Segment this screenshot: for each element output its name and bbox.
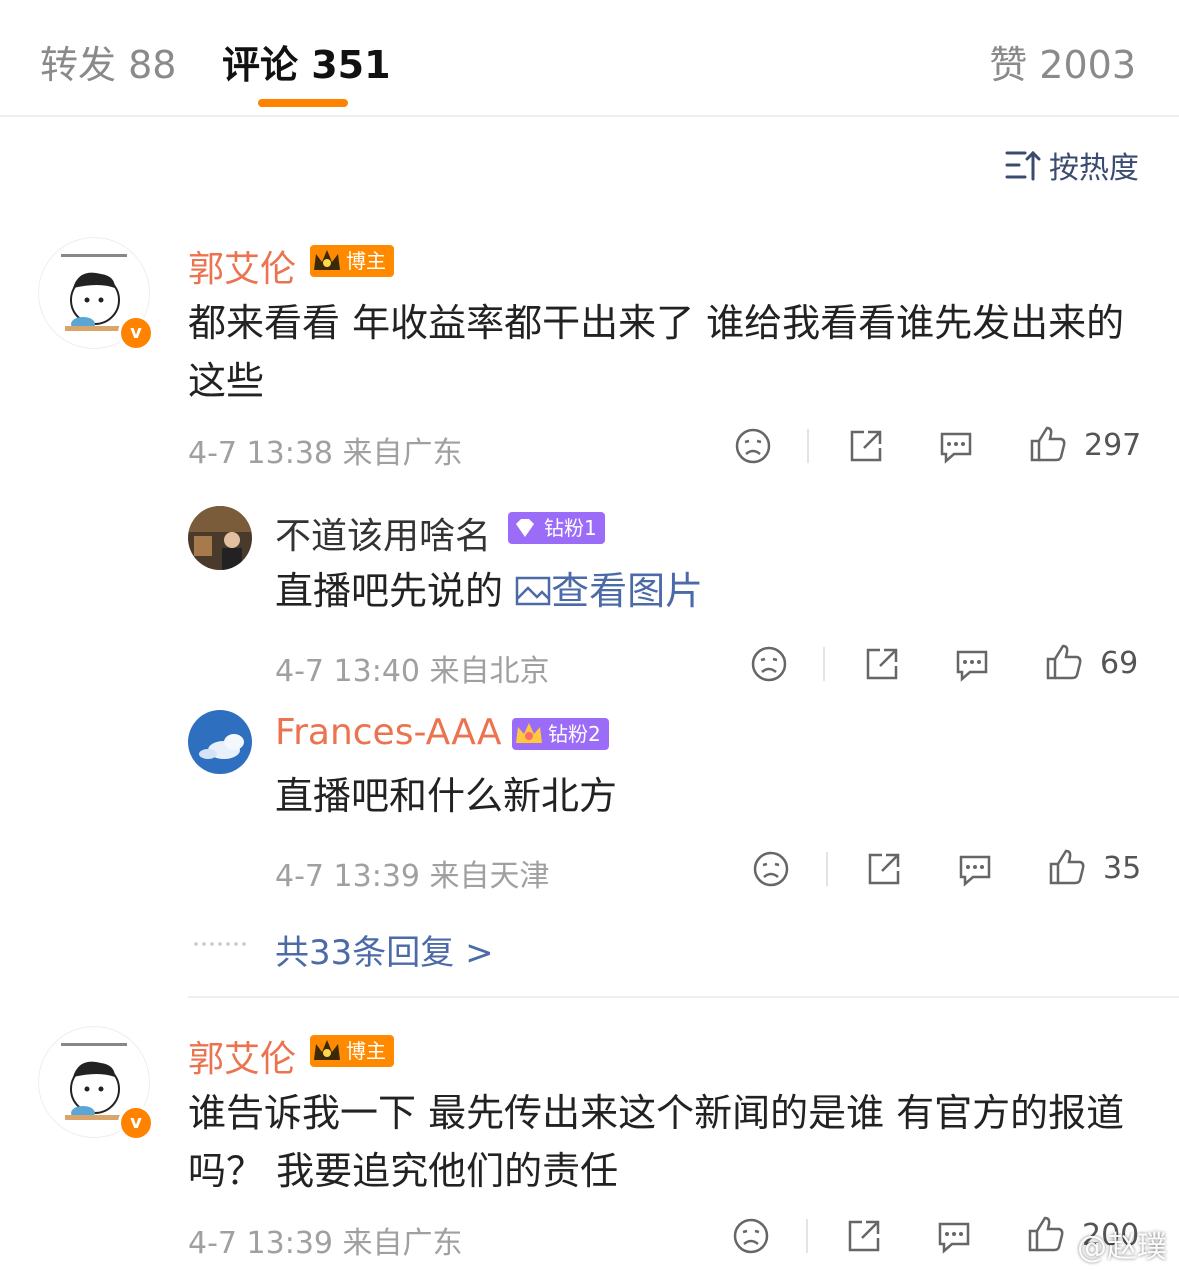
verified-icon: v <box>118 1105 154 1141</box>
action-divider <box>826 852 828 886</box>
host-badge-label: 博主 <box>346 1039 386 1063</box>
like-icon[interactable] <box>1028 424 1068 464</box>
reply-icon[interactable] <box>955 849 995 889</box>
image-icon <box>515 576 551 606</box>
like-icon[interactable] <box>1044 642 1084 682</box>
diamond-icon <box>516 519 534 537</box>
more-replies-link[interactable]: 共33条回复 > <box>275 925 494 974</box>
comment-author[interactable]: 郭艾伦 <box>188 240 296 292</box>
host-badge: 博主 <box>310 245 394 277</box>
reply-author[interactable]: 不道该用啥名 <box>275 507 491 559</box>
sky-avatar-icon <box>188 710 252 774</box>
action-divider <box>807 429 809 463</box>
share-icon[interactable] <box>864 849 904 889</box>
reply-icon[interactable] <box>936 426 976 466</box>
watermark: @赵璞 <box>1077 1230 1167 1265</box>
thread-dots <box>192 942 246 946</box>
share-icon[interactable] <box>862 644 902 684</box>
like-icon[interactable] <box>1026 1214 1066 1254</box>
view-image-link[interactable]: 查看图片 <box>515 569 703 613</box>
share-icon[interactable] <box>846 426 886 466</box>
tab-likes[interactable]: 赞 2003 <box>989 34 1136 89</box>
reply-text-content: 直播吧先说的 <box>275 569 504 613</box>
comment-text: 都来看看 年收益率都干出来了 谁给我看看谁先发出来的这些 <box>188 301 1125 403</box>
tab-repost[interactable]: 转发 88 <box>40 34 176 89</box>
sort-label: 按热度 <box>1049 151 1139 186</box>
crown-icon <box>314 1040 340 1060</box>
avatar[interactable] <box>188 506 252 570</box>
dislike-icon[interactable] <box>731 1216 771 1256</box>
dislike-icon[interactable] <box>749 644 789 684</box>
host-badge-label: 博主 <box>346 249 386 273</box>
avatar[interactable] <box>188 710 252 774</box>
view-image-label: 查看图片 <box>551 569 704 613</box>
action-divider <box>806 1219 808 1253</box>
comment-text: 谁告诉我一下 最先传出来这个新闻的是谁 有官方的报道吗？ 我要追究他们的责任 <box>188 1091 1125 1193</box>
active-tab-indicator <box>258 99 348 107</box>
verified-icon: v <box>118 315 154 351</box>
fan-badge-label: 钻粉1 <box>544 516 597 540</box>
like-count: 35 <box>1103 851 1142 886</box>
tab-divider <box>0 115 1179 117</box>
fan-badge: 钻粉1 <box>508 512 605 544</box>
fan-badge: 钻粉2 <box>512 718 609 750</box>
reply-icon[interactable] <box>934 1216 974 1256</box>
sort-icon <box>1005 150 1041 181</box>
share-icon[interactable] <box>844 1216 884 1256</box>
action-divider <box>823 647 825 681</box>
tab-comments[interactable]: 评论 351 <box>222 34 391 89</box>
like-icon[interactable] <box>1047 847 1087 887</box>
like-count: 297 <box>1084 428 1142 463</box>
like-count: 69 <box>1100 646 1139 681</box>
crown-icon <box>516 723 542 743</box>
dislike-icon[interactable] <box>751 849 791 889</box>
fan-badge-label: 钻粉2 <box>548 722 601 746</box>
comment-author[interactable]: 郭艾伦 <box>188 1030 296 1082</box>
reply-author[interactable]: Frances-AAA <box>275 712 502 753</box>
reply-meta: 4-7 13:40 来自北京 <box>275 654 550 689</box>
comment-meta: 4-7 13:39 来自广东 <box>188 1226 463 1261</box>
reply-text: 直播吧和什么新北方 <box>275 774 618 818</box>
comment-meta: 4-7 13:38 来自广东 <box>188 436 463 471</box>
sort-button[interactable]: 按热度 <box>1005 143 1139 187</box>
reply-text: 直播吧先说的 查看图片 <box>275 562 703 620</box>
photo-avatar-icon <box>188 506 252 570</box>
crown-icon <box>314 250 340 270</box>
host-badge: 博主 <box>310 1035 394 1067</box>
dislike-icon[interactable] <box>733 426 773 466</box>
reply-icon[interactable] <box>952 644 992 684</box>
comment-divider <box>188 996 1179 998</box>
reply-meta: 4-7 13:39 来自天津 <box>275 859 550 894</box>
